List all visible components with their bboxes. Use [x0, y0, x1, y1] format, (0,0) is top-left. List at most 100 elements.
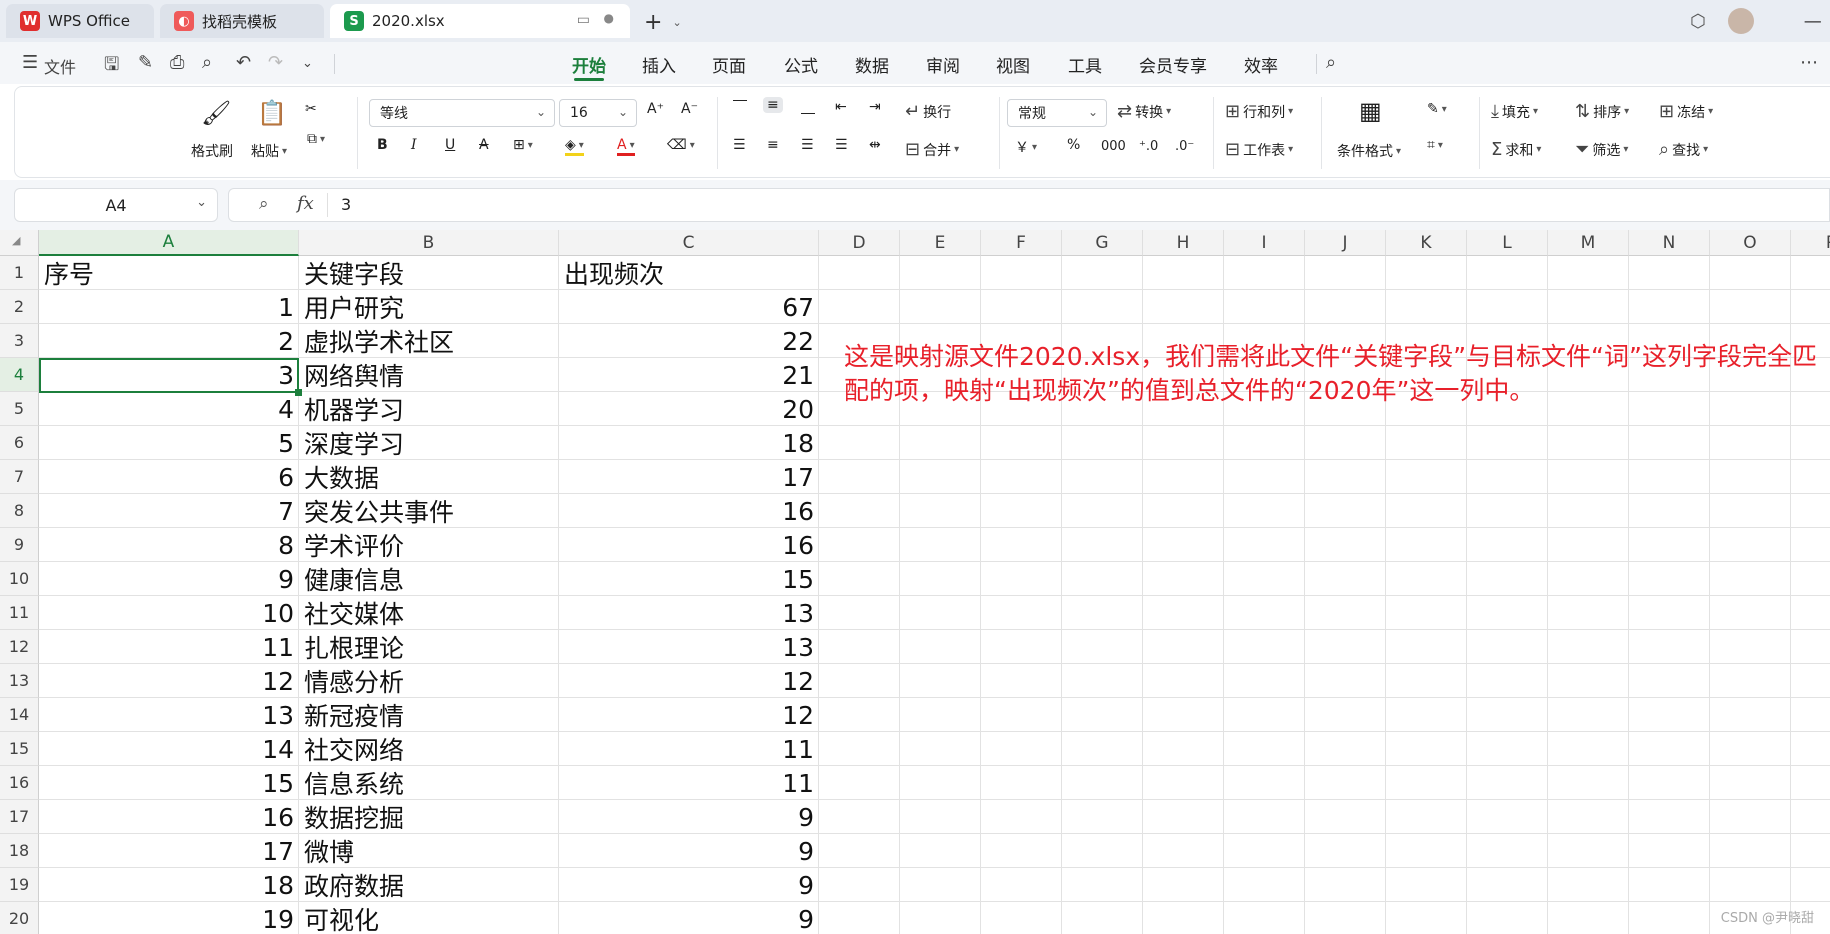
row-header-2[interactable]: 2: [0, 290, 39, 324]
cell-a14[interactable]: 13: [39, 698, 299, 732]
align-bottom-icon[interactable]: ⎽: [801, 99, 815, 115]
column-header-h[interactable]: H: [1143, 230, 1224, 256]
cell-b14[interactable]: 新冠疫情: [299, 698, 559, 732]
cell-a6[interactable]: 5: [39, 426, 299, 460]
align-right-icon[interactable]: ☰: [801, 137, 814, 153]
row-header-4[interactable]: 4: [0, 358, 39, 392]
cell-a2[interactable]: 1: [39, 290, 299, 324]
cell-b11[interactable]: 社交媒体: [299, 596, 559, 630]
cell-a9[interactable]: 8: [39, 528, 299, 562]
column-header-c[interactable]: C: [559, 230, 819, 256]
cell-c1[interactable]: 出现频次: [559, 256, 819, 290]
cell-c8[interactable]: 16: [559, 494, 819, 528]
cell-a19[interactable]: 18: [39, 868, 299, 902]
row-header-14[interactable]: 14: [0, 698, 39, 732]
cell-a18[interactable]: 17: [39, 834, 299, 868]
column-header-a[interactable]: A: [39, 230, 299, 256]
cell-b12[interactable]: 扎根理论: [299, 630, 559, 664]
row-header-13[interactable]: 13: [0, 664, 39, 698]
cell-a11[interactable]: 10: [39, 596, 299, 630]
cell-c14[interactable]: 12: [559, 698, 819, 732]
new-tab-plus-icon[interactable]: +: [644, 10, 662, 35]
more-icon[interactable]: ⋯: [1800, 52, 1818, 73]
cell-c7[interactable]: 17: [559, 460, 819, 494]
file-menu[interactable]: 文件: [44, 54, 76, 78]
zoom-icon[interactable]: ⌕: [259, 194, 269, 214]
print-icon[interactable]: ⎙: [170, 52, 184, 73]
cell-b19[interactable]: 政府数据: [299, 868, 559, 902]
crop-icon[interactable]: ⌗ ▾: [1427, 137, 1443, 153]
column-header-o[interactable]: O: [1710, 230, 1791, 256]
column-header-b[interactable]: B: [299, 230, 559, 256]
cell-b6[interactable]: 深度学习: [299, 426, 559, 460]
row-header-17[interactable]: 17: [0, 800, 39, 834]
cell-c10[interactable]: 15: [559, 562, 819, 596]
filter-button[interactable]: ⏷ 筛选 ▾: [1575, 139, 1628, 160]
spreadsheet-grid[interactable]: ◢ ABCDEFGHIJKLMNOP 123456789101112131415…: [0, 230, 1830, 934]
underline-icon[interactable]: U: [445, 137, 455, 153]
cell-b17[interactable]: 数据挖掘: [299, 800, 559, 834]
fill-handle[interactable]: [295, 389, 302, 396]
hamburger-menu-icon[interactable]: ☰: [22, 52, 38, 73]
cell-c3[interactable]: 22: [559, 324, 819, 358]
cell-b4[interactable]: 网络舆情: [299, 358, 559, 392]
cell-style-icon[interactable]: ✎ ▾: [1427, 101, 1447, 117]
column-header-e[interactable]: E: [900, 230, 981, 256]
column-header-j[interactable]: J: [1305, 230, 1386, 256]
cell-c9[interactable]: 16: [559, 528, 819, 562]
border-icon[interactable]: ⊞ ▾: [513, 137, 533, 153]
cut-icon[interactable]: ✂: [305, 101, 317, 117]
thousands-icon[interactable]: 000: [1101, 139, 1126, 154]
cell-c15[interactable]: 11: [559, 732, 819, 766]
row-header-7[interactable]: 7: [0, 460, 39, 494]
cell-b1[interactable]: 关键字段: [299, 256, 559, 290]
cell-c18[interactable]: 9: [559, 834, 819, 868]
fx-icon[interactable]: fx: [297, 193, 314, 214]
align-left-icon[interactable]: ☰: [733, 137, 746, 153]
cell-c12[interactable]: 13: [559, 630, 819, 664]
minimize-icon[interactable]: —: [1804, 11, 1822, 32]
formula-input[interactable]: ⌕ fx 3: [228, 188, 1830, 222]
cell-b18[interactable]: 微博: [299, 834, 559, 868]
cell-b2[interactable]: 用户研究: [299, 290, 559, 324]
italic-icon[interactable]: I: [411, 137, 417, 153]
chevron-down-icon[interactable]: ⌄: [672, 16, 681, 29]
row-header-18[interactable]: 18: [0, 834, 39, 868]
tab-member[interactable]: 会员专享: [1139, 52, 1207, 77]
increase-indent-icon[interactable]: ⇥: [869, 99, 881, 115]
chevron-down-icon[interactable]: ⌄: [302, 56, 313, 71]
paste-icon[interactable]: 📋: [257, 99, 287, 127]
conditional-format-button[interactable]: 条件格式 ▾: [1337, 141, 1401, 161]
column-header-k[interactable]: K: [1386, 230, 1467, 256]
cell-c5[interactable]: 20: [559, 392, 819, 426]
unsaved-dot-icon[interactable]: ●: [604, 11, 614, 25]
cell-a20[interactable]: 19: [39, 902, 299, 934]
row-header-11[interactable]: 11: [0, 596, 39, 630]
row-header-16[interactable]: 16: [0, 766, 39, 800]
cell-c2[interactable]: 67: [559, 290, 819, 324]
cell-a17[interactable]: 16: [39, 800, 299, 834]
fill-button[interactable]: ⤓ 填充 ▾: [1491, 101, 1538, 122]
row-header-19[interactable]: 19: [0, 868, 39, 902]
conditional-format-icon[interactable]: ▦: [1359, 97, 1382, 125]
format-painter-button[interactable]: 格式刷: [191, 141, 233, 161]
cell-c4[interactable]: 21: [559, 358, 819, 392]
cell-c16[interactable]: 11: [559, 766, 819, 800]
align-center-icon[interactable]: ≡: [767, 137, 779, 153]
distribute-icon[interactable]: ⇹: [869, 137, 881, 153]
column-header-l[interactable]: L: [1467, 230, 1548, 256]
column-header-i[interactable]: I: [1224, 230, 1305, 256]
cell-a12[interactable]: 11: [39, 630, 299, 664]
column-header-p[interactable]: P: [1791, 230, 1830, 256]
sum-button[interactable]: Σ 求和 ▾: [1491, 139, 1541, 160]
save-icon[interactable]: 🖫: [104, 52, 119, 82]
percent-icon[interactable]: %: [1067, 137, 1080, 153]
justify-icon[interactable]: ☰: [835, 137, 848, 153]
cell-c17[interactable]: 9: [559, 800, 819, 834]
tab-2020-xlsx[interactable]: S 2020.xlsx ▭ ●: [330, 4, 630, 38]
decrease-font-icon[interactable]: A⁻: [681, 101, 698, 117]
clear-format-icon[interactable]: ⌫ ▾: [667, 137, 695, 153]
monitor-icon[interactable]: ▭: [577, 12, 590, 28]
tab-tools[interactable]: 工具: [1068, 52, 1102, 77]
cell-b3[interactable]: 虚拟学术社区: [299, 324, 559, 358]
